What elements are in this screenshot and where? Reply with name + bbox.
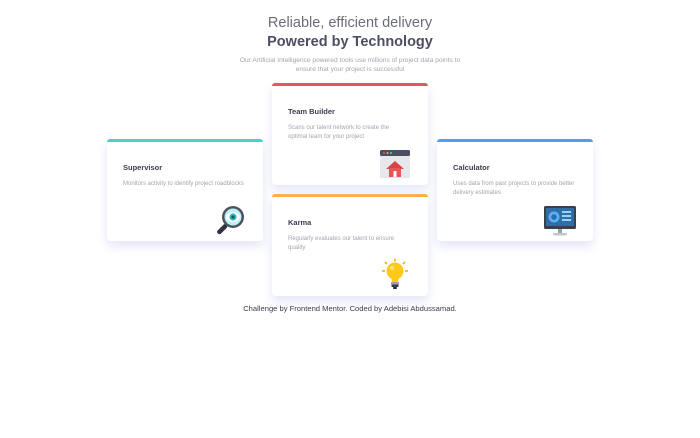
card-title: Calculator — [453, 163, 490, 172]
card-description: Monitors activity to identify project ro… — [123, 181, 244, 187]
magnifier-eye-icon — [213, 203, 247, 237]
card-supervisor: Supervisor Monitors activity to identify… — [107, 139, 263, 241]
card-title: Karma — [288, 218, 312, 227]
card-karma: Karma Regularly evaluates our talent to … — [272, 194, 428, 296]
card-title: Team Builder — [288, 107, 335, 116]
card-team-builder: Team Builder Scans our talent network to… — [272, 83, 428, 185]
card-calculator: Calculator Uses data from past projects … — [437, 139, 593, 241]
footer-attribution: Challenge by Frontend Mentor. Coded by A… — [243, 304, 457, 313]
tagline: Reliable, efficient delivery — [267, 15, 433, 31]
intro-text: Our Artificial Intelligence powered tool… — [239, 57, 461, 73]
page-header: Reliable, efficient delivery Powered by … — [0, 14, 700, 74]
card-description: Uses data from past projects to provide … — [453, 181, 575, 196]
card-title: Supervisor — [123, 163, 163, 172]
card-accent-bar — [272, 83, 428, 86]
lightbulb-icon — [378, 258, 412, 292]
page-title: Powered by Technology — [267, 34, 433, 50]
card-accent-bar — [272, 194, 428, 197]
card-description: Regularly evaluates our talent to ensure… — [288, 236, 395, 251]
card-accent-bar — [437, 139, 593, 142]
card-description: Scans our talent network to create the o… — [288, 125, 390, 140]
monitor-dashboard-icon — [543, 203, 577, 237]
team-builder-house-icon — [378, 147, 412, 181]
card-accent-bar — [107, 139, 263, 142]
